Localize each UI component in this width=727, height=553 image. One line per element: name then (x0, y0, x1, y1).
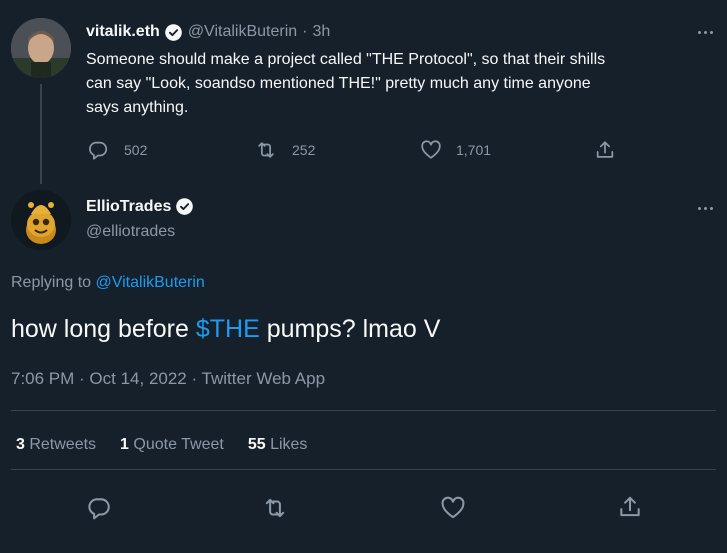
main-display-name[interactable]: EllioTrades (86, 198, 171, 216)
parent-reply-action[interactable]: 502 (87, 139, 147, 161)
verified-badge-icon (175, 197, 194, 216)
parent-handle[interactable]: @VitalikButerin (188, 23, 297, 41)
replying-to-prefix: Replying to (11, 274, 96, 291)
share-icon (596, 141, 614, 158)
parent-reply-count: 502 (124, 142, 148, 158)
main-tweet-text: how long before $THE pumps? lmao V (11, 314, 440, 344)
main-tweet: EllioTrades @elliotrades Replying to @Vi… (0, 180, 727, 553)
parent-display-name[interactable]: vitalik.eth (86, 23, 160, 41)
parent-text-line-1: Someone should make a project called "TH… (86, 51, 606, 68)
parent-like-action[interactable]: 1,701 (420, 139, 491, 161)
retweets-count: 3 (16, 436, 25, 453)
parent-retweet-action[interactable]: 252 (254, 139, 315, 161)
likes-count: 55 (247, 436, 266, 453)
main-text-before: how long before (11, 315, 196, 343)
share-icon (620, 496, 640, 517)
like-button[interactable] (440, 495, 466, 526)
avatar-elliotrades-image (11, 190, 71, 250)
more-icon[interactable] (698, 207, 713, 210)
parent-time[interactable]: 3h (312, 23, 330, 41)
retweet-icon (265, 498, 285, 518)
parent-share-action[interactable] (594, 139, 616, 166)
divider-top (11, 410, 716, 411)
main-tweet-name-row: EllioTrades (86, 197, 194, 216)
avatar-vitalik[interactable] (11, 18, 71, 78)
parent-separator: · (302, 23, 308, 40)
like-icon (421, 140, 441, 159)
engagement-stats: 3 Retweets 1 Quote Tweet 55 Likes (16, 436, 307, 454)
quotes-label: Quote Tweet (128, 436, 224, 453)
reply-icon (88, 498, 110, 520)
parent-text-line-2: can say "Look, soandso mentioned THE!" p… (86, 75, 591, 92)
thread-connector-line (40, 84, 42, 184)
divider-bottom (11, 469, 716, 470)
likes-label: Likes (265, 436, 308, 453)
replying-to-link[interactable]: @VitalikButerin (96, 274, 205, 291)
parent-tweet-header: vitalik.eth @VitalikButerin · 3h (86, 22, 330, 42)
parent-like-count: 1,701 (456, 142, 492, 158)
main-timestamp[interactable]: 7:06 PM · Oct 14, 2022 · Twitter Web App (11, 369, 325, 389)
parent-tweet-text: Someone should make a project called "TH… (86, 48, 716, 120)
retweets-label: Retweets (24, 436, 97, 453)
parent-tweet[interactable]: vitalik.eth @VitalikButerin · 3h Someone… (0, 0, 727, 184)
more-icon[interactable] (698, 31, 713, 34)
like-icon (441, 496, 465, 519)
main-handle[interactable]: @elliotrades (86, 223, 175, 241)
share-button[interactable] (617, 494, 643, 525)
cashtag-link[interactable]: $THE (196, 315, 260, 343)
parent-retweet-count: 252 (292, 142, 316, 158)
retweets-stat[interactable]: 3 Retweets (16, 436, 96, 454)
parent-text-line-3: says anything. (86, 99, 189, 116)
retweet-icon (258, 142, 274, 158)
verified-badge-icon (164, 23, 183, 42)
avatar-elliotrades[interactable] (11, 190, 71, 250)
avatar-vitalik-image (11, 18, 71, 78)
retweet-button[interactable] (261, 495, 289, 526)
reply-button[interactable] (86, 495, 112, 526)
likes-stat[interactable]: 55 Likes (248, 436, 308, 454)
quotes-stat[interactable]: 1 Quote Tweet (120, 436, 224, 454)
replying-to-line: Replying to @VitalikButerin (11, 274, 205, 292)
reply-icon (89, 141, 108, 160)
quotes-count: 1 (120, 436, 129, 453)
main-text-after: pumps? lmao V (259, 315, 441, 343)
